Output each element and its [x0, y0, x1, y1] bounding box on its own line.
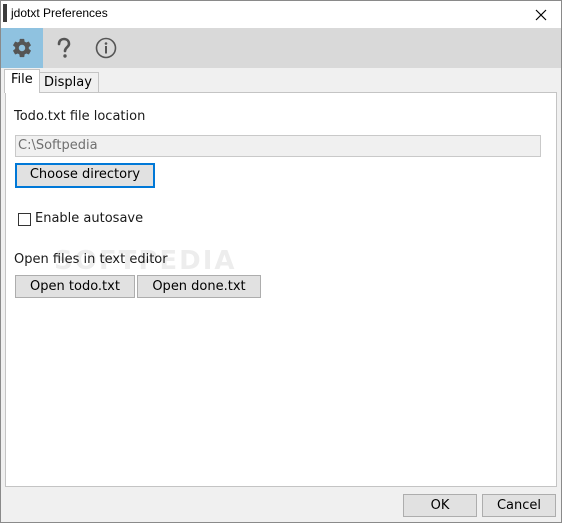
- file-settings-panel: SOFTPEDIA Todo.txt file location C:\Soft…: [5, 92, 557, 487]
- tab-strip: File Display: [1, 68, 561, 93]
- gear-icon: [13, 38, 31, 58]
- autosave-label: Enable autosave: [35, 211, 144, 226]
- tab-file[interactable]: File: [4, 69, 40, 93]
- autosave-checkbox[interactable]: [18, 213, 31, 226]
- choose-directory-button[interactable]: Choose directory: [15, 163, 155, 188]
- tab-display-label: Display: [44, 75, 92, 90]
- title-bar: jdotxt Preferences: [1, 1, 561, 28]
- open-done-button[interactable]: Open done.txt: [137, 275, 261, 298]
- cancel-button[interactable]: Cancel: [482, 494, 556, 517]
- file-location-label: Todo.txt file location: [14, 109, 146, 124]
- close-icon: [535, 9, 547, 20]
- toolbar-about-button[interactable]: [85, 28, 127, 68]
- file-location-field[interactable]: C:\Softpedia: [15, 135, 541, 157]
- dialog-footer: OK Cancel: [1, 489, 561, 522]
- info-icon: [95, 37, 117, 59]
- close-button[interactable]: [521, 1, 561, 28]
- toolbar-help-button[interactable]: [43, 28, 85, 68]
- toolbar: [1, 28, 561, 68]
- tab-display[interactable]: Display: [37, 72, 99, 93]
- preferences-window: jdotxt Preferences File Display SOFTPEDI…: [0, 0, 562, 523]
- app-icon: [3, 4, 7, 22]
- open-todo-button[interactable]: Open todo.txt: [15, 275, 135, 298]
- ok-button[interactable]: OK: [403, 494, 477, 517]
- window-title: jdotxt Preferences: [11, 6, 108, 20]
- toolbar-file-settings-button[interactable]: [1, 28, 43, 68]
- question-icon: [57, 37, 71, 58]
- tab-file-label: File: [11, 72, 33, 87]
- text-editor-label: Open files in text editor: [14, 252, 168, 267]
